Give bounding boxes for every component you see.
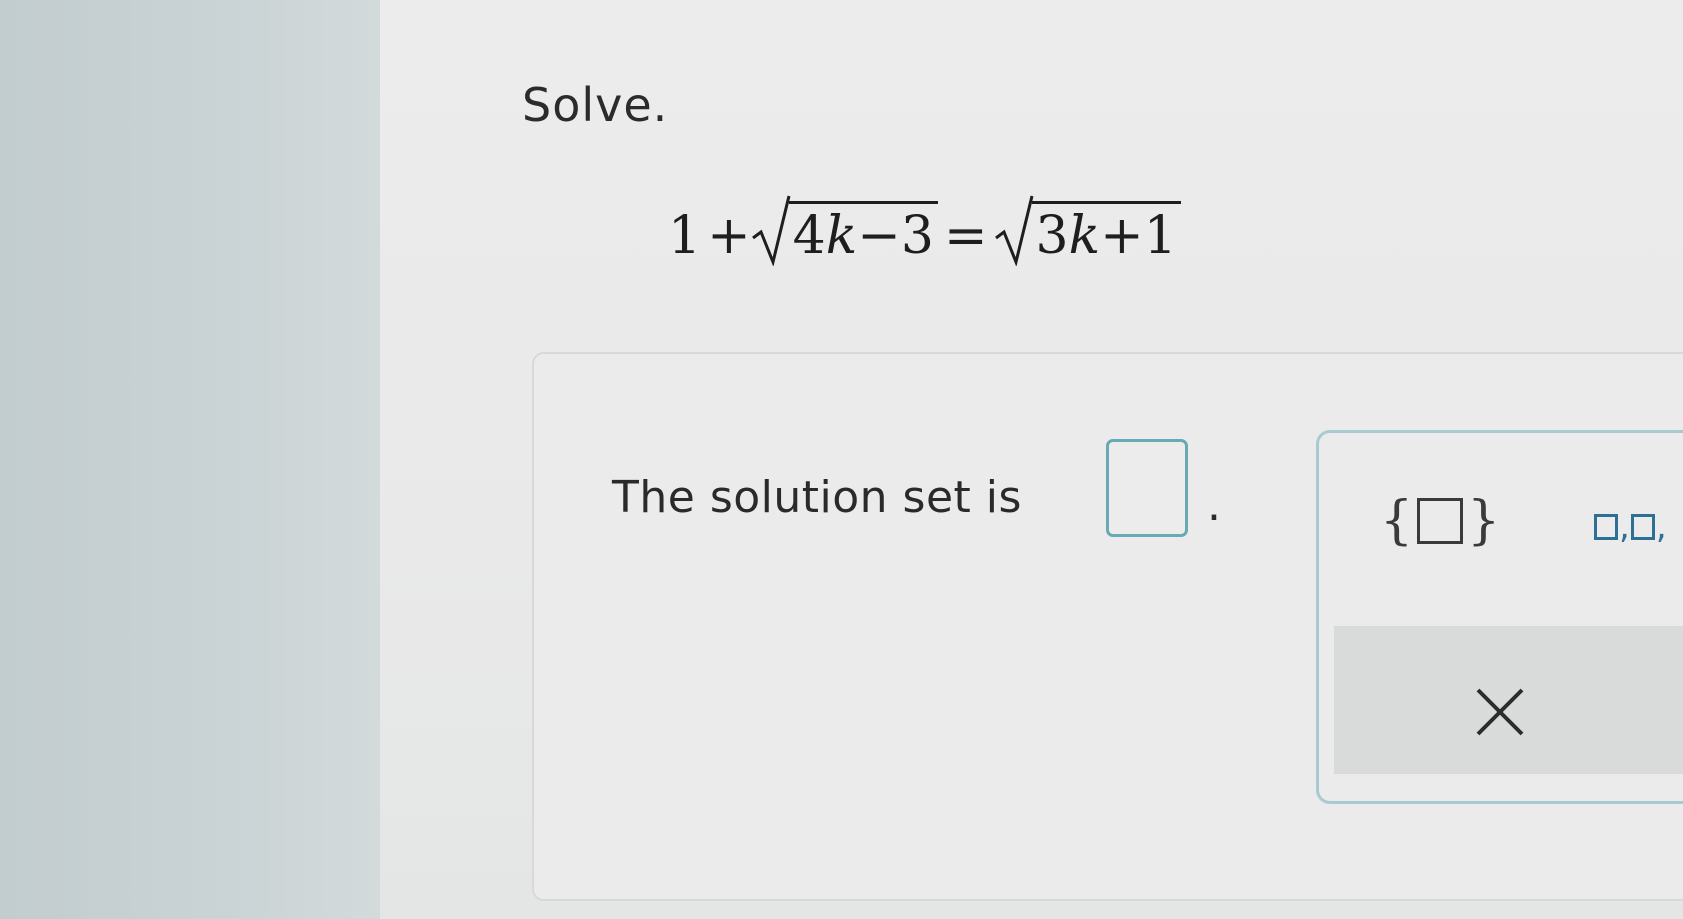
list-comma-trailing: , <box>1655 507 1667 547</box>
radical-sign-icon <box>751 195 791 266</box>
equation-plus: + <box>707 206 751 266</box>
left-radicand-constant: 3 <box>900 206 934 266</box>
open-brace: { <box>1380 491 1414 551</box>
equation-constant: 1 <box>668 206 702 266</box>
list-separator-button[interactable]: , , <box>1594 502 1668 552</box>
close-brace: } <box>1467 491 1501 551</box>
radical-sign-icon <box>994 195 1033 266</box>
equation: 1 + 4k−3 = 3k+1 <box>668 186 1181 266</box>
right-radicand: 3k+1 <box>1031 201 1181 266</box>
solution-set-prompt: The solution set is <box>612 472 1022 523</box>
right-radicand-coefficient: 3 <box>1035 206 1069 266</box>
right-radicand-operator: + <box>1100 206 1144 266</box>
equation-equals: = <box>943 206 988 266</box>
set-brackets-button[interactable]: { } <box>1380 486 1500 556</box>
right-radical: 3k+1 <box>994 194 1181 266</box>
right-radicand-constant: 1 <box>1143 206 1177 266</box>
right-radicand-variable: k <box>1068 206 1101 266</box>
sentence-period: . <box>1207 480 1221 531</box>
left-radical: 4k−3 <box>751 194 938 266</box>
left-radicand-operator: − <box>857 206 901 266</box>
left-side-panel <box>0 0 380 919</box>
placeholder-slot-icon <box>1594 514 1618 540</box>
instruction-text: Solve. <box>522 78 669 132</box>
left-radicand-variable: k <box>825 206 858 266</box>
placeholder-slot-icon <box>1417 498 1464 544</box>
left-radicand-coefficient: 4 <box>792 206 826 266</box>
placeholder-slot-icon <box>1630 514 1655 540</box>
answer-input[interactable] <box>1106 439 1188 537</box>
left-radicand: 4k−3 <box>788 201 938 266</box>
close-icon[interactable] <box>1474 686 1526 738</box>
list-comma: , <box>1619 507 1630 547</box>
